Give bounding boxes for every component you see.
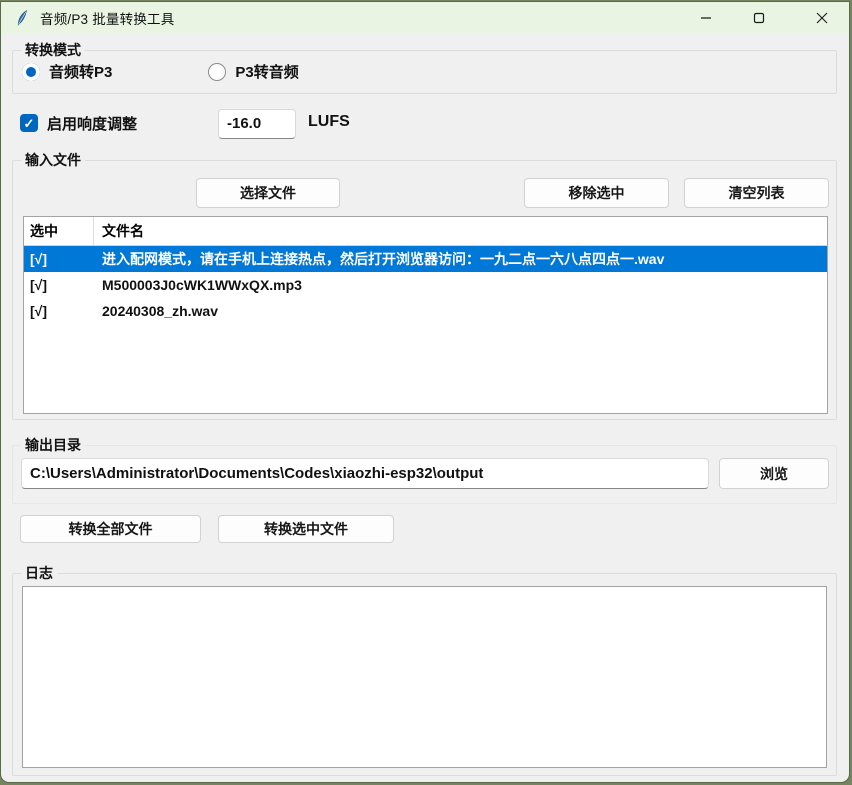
row-checked-cell: [√] bbox=[24, 303, 94, 319]
table-row[interactable]: [√]20240308_zh.wav bbox=[24, 298, 827, 324]
input-files-label: 输入文件 bbox=[21, 151, 85, 170]
loudness-value-input[interactable]: -16.0 bbox=[218, 109, 296, 139]
loudness-checkbox[interactable]: ✓ bbox=[20, 114, 38, 132]
mode-radio-0[interactable]: 音频转P3 bbox=[22, 61, 112, 82]
output-dir-label: 输出目录 bbox=[21, 436, 85, 455]
titlebar: 音频/P3 批量转换工具 bbox=[1, 2, 849, 33]
input-files-groupbox: 输入文件 选择文件 移除选中 清空列表 选中 文件名 [√]进入配网模式，请在手… bbox=[12, 160, 837, 420]
row-checked-cell: [√] bbox=[24, 251, 94, 267]
browse-button[interactable]: 浏览 bbox=[719, 458, 829, 489]
file-table-header: 选中 文件名 bbox=[24, 217, 827, 246]
mode-group-label: 转换模式 bbox=[21, 41, 85, 60]
radio-dot-icon bbox=[22, 63, 40, 81]
minimize-button[interactable] bbox=[683, 2, 729, 33]
radio-dot-icon bbox=[208, 63, 226, 81]
loudness-unit-label: LUFS bbox=[308, 113, 350, 131]
log-groupbox: 日志 bbox=[12, 573, 837, 776]
mode-radio-row: 音频转P3 P3转音频 bbox=[22, 61, 395, 82]
log-textarea[interactable] bbox=[22, 586, 827, 768]
mode-radio-1[interactable]: P3转音频 bbox=[208, 61, 298, 82]
loudness-checkbox-label[interactable]: 启用响度调整 bbox=[47, 113, 137, 134]
mode-radio-label: 音频转P3 bbox=[49, 61, 112, 82]
app-feather-icon bbox=[13, 9, 31, 27]
app-window: 音频/P3 批量转换工具 转换模式 音频转P3 P3转音频 ✓ 启用响度调整 -1… bbox=[1, 2, 849, 782]
column-header-checked[interactable]: 选中 bbox=[24, 217, 94, 245]
select-files-button[interactable]: 选择文件 bbox=[196, 178, 340, 208]
row-filename-cell: 20240308_zh.wav bbox=[94, 303, 827, 319]
close-button[interactable] bbox=[799, 2, 845, 33]
loudness-row: ✓ 启用响度调整 -16.0 LUFS bbox=[20, 108, 830, 140]
window-title: 音频/P3 批量转换工具 bbox=[40, 8, 174, 28]
log-label: 日志 bbox=[21, 564, 57, 583]
table-row[interactable]: [√]进入配网模式，请在手机上连接热点，然后打开浏览器访问：一九二点一六八点四点… bbox=[24, 246, 827, 272]
output-dir-groupbox: 输出目录 C:\Users\Administrator\Documents\Co… bbox=[12, 445, 837, 504]
file-table-body: [√]进入配网模式，请在手机上连接热点，然后打开浏览器访问：一九二点一六八点四点… bbox=[24, 246, 827, 324]
output-dir-input[interactable]: C:\Users\Administrator\Documents\Codes\x… bbox=[21, 458, 709, 489]
convert-all-button[interactable]: 转换全部文件 bbox=[20, 515, 201, 543]
mode-radio-label: P3转音频 bbox=[235, 61, 298, 82]
row-filename-cell: 进入配网模式，请在手机上连接热点，然后打开浏览器访问：一九二点一六八点四点一.w… bbox=[94, 249, 827, 269]
table-row[interactable]: [√]M500003J0cWK1WWxQX.mp3 bbox=[24, 272, 827, 298]
clear-list-button[interactable]: 清空列表 bbox=[684, 178, 829, 208]
file-table[interactable]: 选中 文件名 [√]进入配网模式，请在手机上连接热点，然后打开浏览器访问：一九二… bbox=[23, 216, 828, 414]
row-checked-cell: [√] bbox=[24, 277, 94, 293]
remove-selected-button[interactable]: 移除选中 bbox=[524, 178, 669, 208]
mode-groupbox: 转换模式 音频转P3P3转音频 bbox=[12, 50, 837, 94]
convert-selected-button[interactable]: 转换选中文件 bbox=[218, 515, 394, 543]
row-filename-cell: M500003J0cWK1WWxQX.mp3 bbox=[94, 277, 827, 293]
column-header-filename[interactable]: 文件名 bbox=[94, 217, 827, 245]
maximize-button[interactable] bbox=[736, 2, 782, 33]
